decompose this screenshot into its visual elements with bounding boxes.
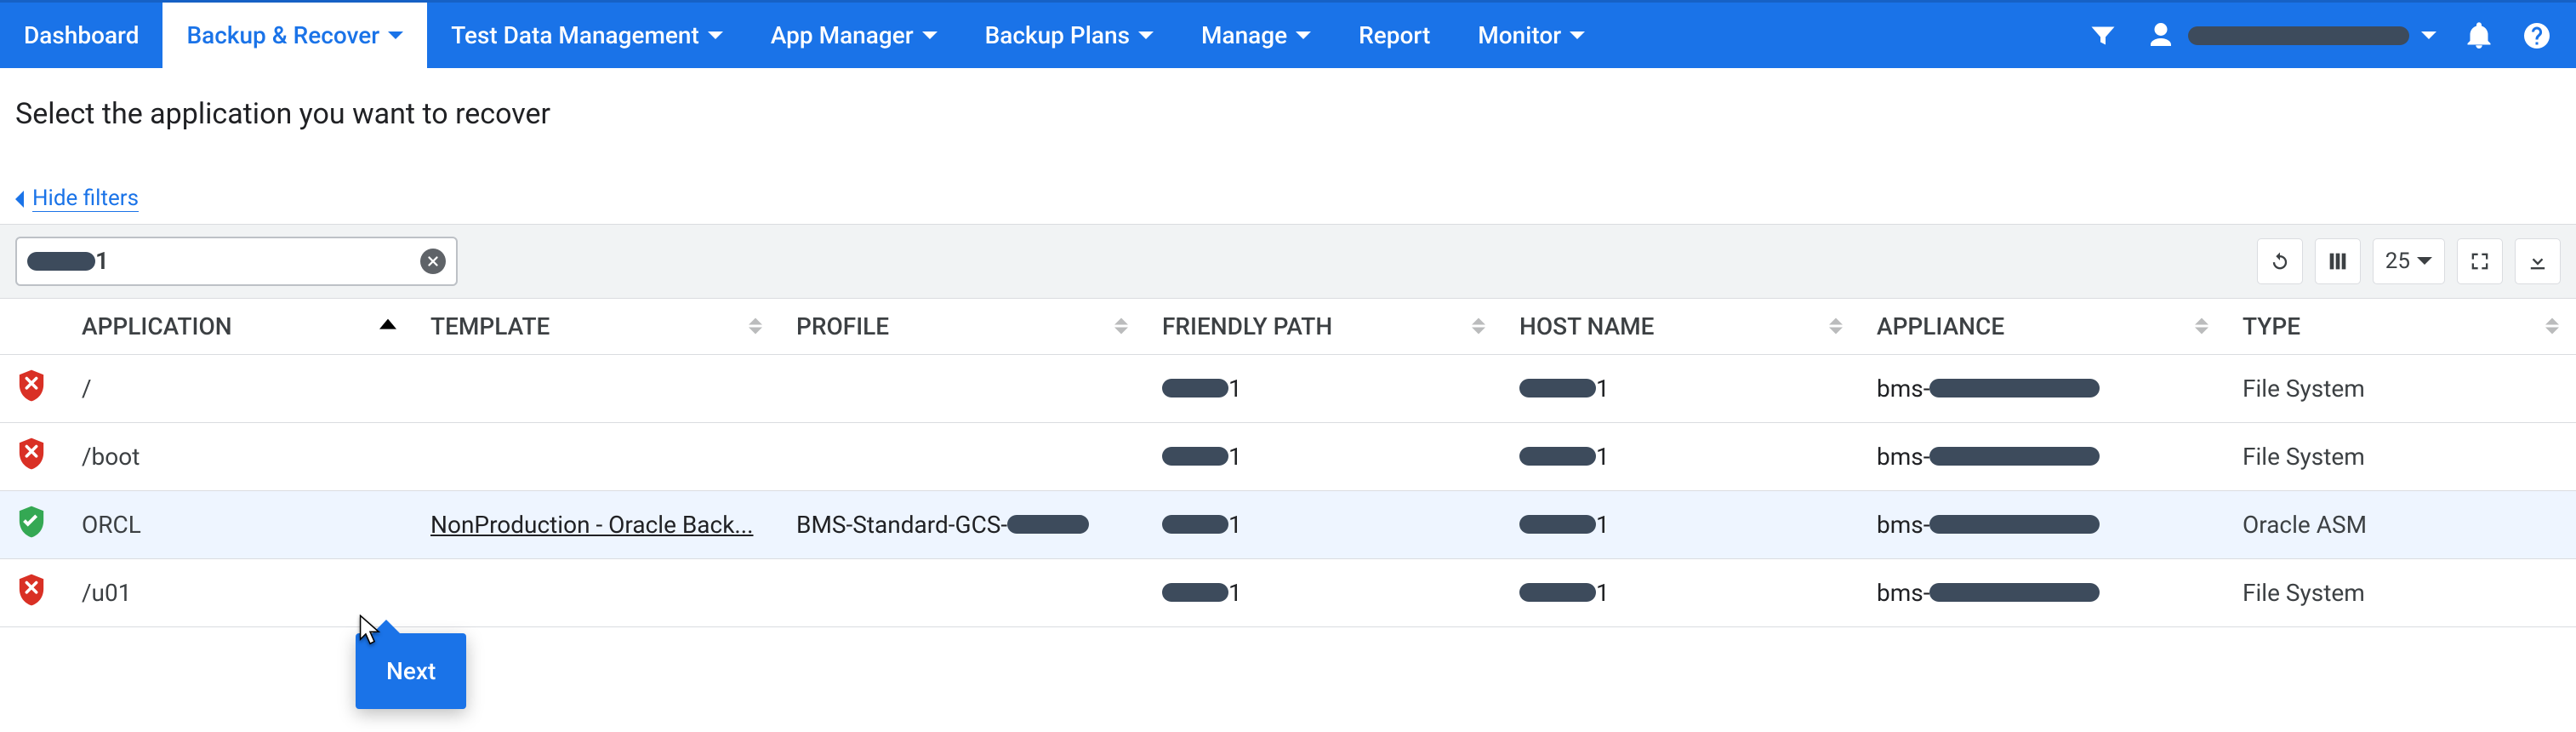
cell-profile[interactable]: BMS-Standard-GCS- [779, 490, 1145, 558]
cell-friendly-path: 1 [1145, 558, 1502, 626]
cell-host-name: 1 [1502, 490, 1860, 558]
cell-type: File System [2226, 354, 2576, 422]
nav-item-label: Monitor [1478, 21, 1561, 49]
cell-type: Oracle ASM [2226, 490, 2576, 558]
cell-profile [779, 558, 1145, 626]
nav-item-label: Backup Plans [985, 21, 1130, 49]
cell-appliance: bms- [1860, 558, 2226, 626]
topbar: Dashboard Backup & Recover Test Data Manag… [0, 0, 2576, 68]
cell-appliance: bms- [1860, 422, 2226, 490]
chevron-down-icon [1296, 31, 1311, 39]
col-host[interactable]: HOST NAME [1502, 299, 1860, 355]
user-name-redacted [2188, 26, 2409, 45]
table-header-row: APPLICATIONTEMPLATEPROFILEFRIENDLY PATHH… [0, 299, 2576, 355]
clear-search-icon[interactable] [420, 249, 446, 274]
cell-host-name: 1 [1502, 558, 1860, 626]
download-button[interactable] [2515, 238, 2561, 284]
table-row[interactable]: /boot11bms-File System [0, 422, 2576, 490]
nav-item-test-data-management[interactable]: Test Data Management [427, 3, 747, 68]
cell-profile [779, 354, 1145, 422]
col-type[interactable]: TYPE [2226, 299, 2576, 355]
cell-host-name: 1 [1502, 354, 1860, 422]
page-size-selector[interactable]: 25 [2373, 238, 2445, 284]
col-profile[interactable]: PROFILE [779, 299, 1145, 355]
col-appliance[interactable]: APPLIANCE [1860, 299, 2226, 355]
cell-friendly-path: 1 [1145, 354, 1502, 422]
nav-item-dashboard[interactable]: Dashboard [0, 3, 162, 68]
nav-item-manage[interactable]: Manage [1177, 3, 1335, 68]
nav-item-label: Dashboard [24, 21, 139, 49]
shield-icon [17, 369, 46, 403]
shield-icon [17, 505, 46, 539]
cell-friendly-path: 1 [1145, 490, 1502, 558]
cell-profile [779, 422, 1145, 490]
search-input[interactable]: 1 [15, 237, 458, 286]
columns-button[interactable] [2315, 238, 2361, 284]
nav-item-app-manager[interactable]: App Manager [747, 3, 961, 68]
chevron-down-icon [2421, 31, 2436, 39]
nav-item-backup-plans[interactable]: Backup Plans [961, 3, 1177, 68]
chevron-down-icon [2417, 257, 2432, 265]
table-body: /11bms-File System/boot11bms-File System… [0, 354, 2576, 626]
chevron-down-icon [922, 31, 938, 39]
table-toolbar: 1 25 [0, 224, 2576, 299]
nav-item-report[interactable]: Report [1335, 3, 1454, 68]
col-template[interactable]: TEMPLATE [413, 299, 779, 355]
nav-item-label: App Manager [771, 21, 914, 49]
page-size-value: 25 [2385, 249, 2410, 274]
chevron-down-icon [1138, 31, 1154, 39]
table-row[interactable]: /11bms-File System [0, 354, 2576, 422]
nav-item-label: Report [1359, 21, 1430, 49]
mouse-cursor [359, 615, 381, 647]
topbar-right [2064, 3, 2576, 68]
nav-item-label: Manage [1201, 21, 1287, 49]
nav-item-label: Test Data Management [451, 21, 699, 49]
filter-icon[interactable] [2088, 20, 2118, 51]
refresh-button[interactable] [2257, 238, 2303, 284]
table-row[interactable]: /u0111bms-File System [0, 558, 2576, 626]
search-value-redacted [27, 252, 95, 271]
nav-item-monitor[interactable]: Monitor [1454, 3, 1609, 68]
nav-item-label: Backup & Recover [186, 21, 379, 49]
tooltip-label: Next [386, 657, 436, 685]
cell-template [413, 354, 779, 422]
shield-icon [17, 573, 46, 607]
col-application[interactable]: APPLICATION [65, 299, 413, 355]
chevron-down-icon [1570, 31, 1585, 39]
cell-application: / [65, 354, 413, 422]
chevron-left-icon [15, 191, 24, 208]
help-icon[interactable] [2522, 20, 2552, 51]
shield-icon [17, 437, 46, 471]
chevron-down-icon [708, 31, 723, 39]
cell-host-name: 1 [1502, 422, 1860, 490]
cell-friendly-path: 1 [1145, 422, 1502, 490]
cell-appliance: bms- [1860, 490, 2226, 558]
page-title: Select the application you want to recov… [15, 97, 2561, 131]
applications-table: APPLICATIONTEMPLATEPROFILEFRIENDLY PATHH… [0, 299, 2576, 627]
hide-filters-label: Hide filters [32, 186, 139, 212]
search-value-suffix: 1 [95, 247, 109, 275]
col-friendly[interactable]: FRIENDLY PATH [1145, 299, 1502, 355]
cell-application: /boot [65, 422, 413, 490]
hide-filters-link[interactable]: Hide filters [15, 186, 139, 212]
cell-type: File System [2226, 558, 2576, 626]
cell-template [413, 558, 779, 626]
cell-application: ORCL [65, 490, 413, 558]
primary-nav: Dashboard Backup & Recover Test Data Manag… [0, 3, 1609, 68]
bell-icon[interactable] [2464, 20, 2494, 51]
cell-template[interactable]: NonProduction - Oracle Back... [413, 490, 779, 558]
cell-template [413, 422, 779, 490]
chevron-down-icon [388, 31, 403, 39]
cell-type: File System [2226, 422, 2576, 490]
col-status[interactable] [0, 299, 65, 355]
nav-item-backup-recover[interactable]: Backup & Recover [162, 3, 427, 68]
cell-appliance: bms- [1860, 354, 2226, 422]
user-menu[interactable] [2146, 20, 2436, 51]
fullscreen-button[interactable] [2457, 238, 2503, 284]
table-row[interactable]: ORCLNonProduction - Oracle Back...BMS-St… [0, 490, 2576, 558]
user-icon [2146, 20, 2176, 51]
